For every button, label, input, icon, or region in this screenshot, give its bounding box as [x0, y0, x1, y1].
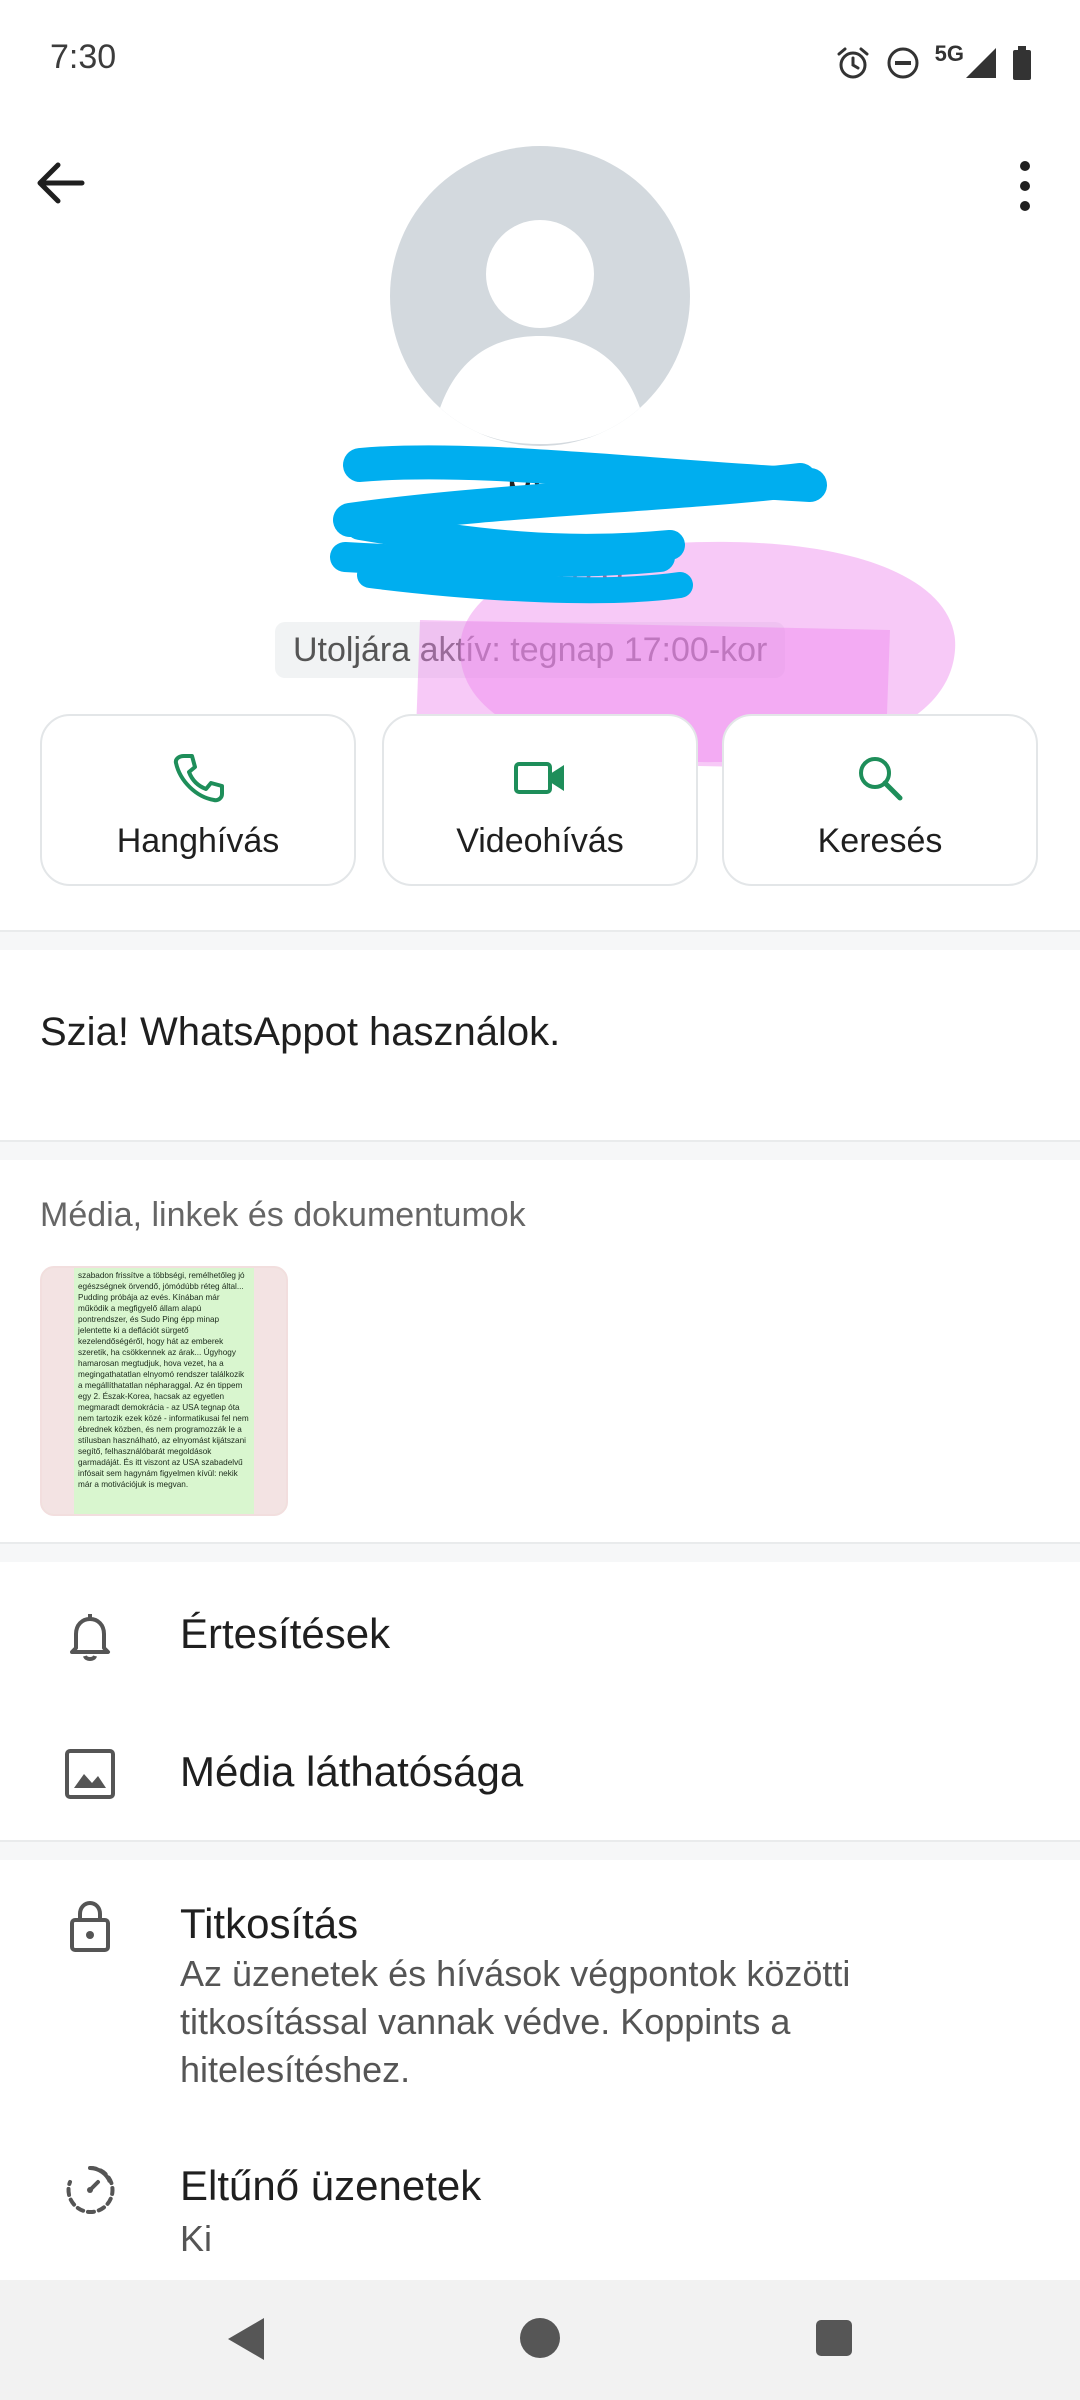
avatar[interactable]	[390, 146, 690, 446]
encryption-description[interactable]: Az üzenetek és hívások végpontok közötti…	[180, 1950, 1000, 2094]
media-visibility-item[interactable]: Média láthatósága	[180, 1748, 523, 1796]
disappearing-messages-item[interactable]: Eltűnő üzenetek	[180, 2162, 481, 2210]
notifications-item[interactable]: Értesítések	[180, 1610, 390, 1658]
home-circle-icon[interactable]	[520, 2318, 560, 2358]
contact-phone: 518 9678	[456, 548, 624, 592]
recents-square-icon[interactable]	[816, 2320, 852, 2356]
media-section-title[interactable]: Média, linkek és dokumentumok	[40, 1196, 526, 1235]
battery-icon	[1013, 46, 1031, 80]
video-call-label: Videohívás	[456, 822, 624, 860]
encryption-item[interactable]: Titkosítás	[180, 1900, 358, 1948]
signal-icon	[966, 48, 996, 78]
status-time: 7:30	[50, 38, 117, 76]
voice-call-label: Hanghívás	[116, 822, 280, 860]
more-options-button[interactable]	[1000, 152, 1050, 218]
video-call-button[interactable]: Videohívás	[382, 714, 698, 886]
more-vert-icon	[1020, 161, 1030, 211]
status-icons: 5G	[835, 40, 1032, 86]
contact-name: bor	[506, 449, 574, 501]
disappearing-messages-value: Ki	[180, 2218, 213, 2259]
section-divider	[0, 930, 1080, 950]
video-icon	[514, 762, 564, 794]
section-divider	[0, 1840, 1080, 1860]
voice-call-button[interactable]: Hanghívás	[40, 714, 356, 886]
last-seen-status: Utoljára aktív: tegnap 17:00-kor	[275, 622, 786, 678]
about-text[interactable]: Szia! WhatsAppot használok.	[40, 1010, 560, 1055]
section-divider	[0, 1140, 1080, 1160]
arrow-left-icon	[37, 162, 85, 204]
media-thumbnail[interactable]: szabadon frissítve a többségi, remélhető…	[40, 1266, 288, 1516]
thumb-right-margin	[254, 1268, 286, 1514]
dnd-icon	[887, 47, 919, 79]
thumb-left-margin	[42, 1268, 74, 1514]
alarm-icon	[837, 47, 869, 79]
timer-icon	[66, 2165, 115, 2214]
section-divider	[0, 1542, 1080, 1562]
image-icon	[65, 1749, 115, 1799]
bell-icon	[70, 1614, 110, 1661]
back-button[interactable]	[30, 152, 92, 214]
phone-icon	[173, 754, 224, 803]
search-icon	[859, 757, 903, 801]
back-triangle-icon[interactable]	[226, 2316, 266, 2362]
search-button[interactable]: Keresés	[722, 714, 1038, 886]
search-label: Keresés	[817, 822, 943, 860]
network-type: 5G	[934, 41, 964, 66]
thumbnail-text: szabadon frissítve a többségi, remélhető…	[78, 1271, 249, 1489]
default-avatar-icon	[440, 220, 640, 444]
lock-icon	[70, 1900, 110, 1952]
